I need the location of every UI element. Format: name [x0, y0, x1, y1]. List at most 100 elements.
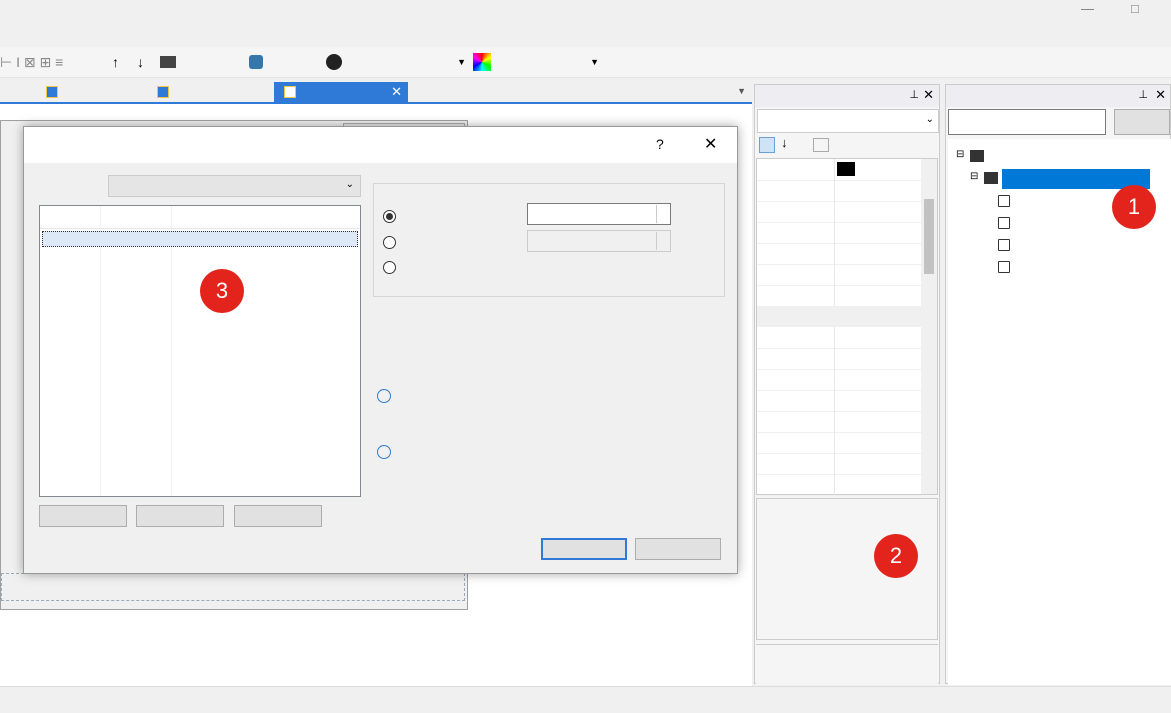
spin-buttons[interactable]	[656, 205, 669, 223]
property-pages-icon[interactable]	[813, 138, 829, 152]
chevron-down-icon[interactable]: ▼	[737, 86, 746, 96]
delete-button[interactable]	[136, 505, 224, 527]
spin-buttons	[656, 232, 669, 250]
folder-icon	[970, 150, 984, 162]
tab-calculator[interactable]	[36, 82, 74, 102]
property-row[interactable]	[757, 201, 921, 223]
arrow-down-icon[interactable]: ↓	[137, 53, 144, 71]
property-grid[interactable]	[756, 158, 938, 496]
close-icon[interactable]: ✕	[391, 82, 402, 102]
property-row[interactable]	[757, 180, 921, 202]
pin-icon[interactable]: ⊥	[1138, 88, 1148, 101]
property-name	[757, 474, 835, 495]
window-controls: — □	[1031, 0, 1171, 20]
tree-node[interactable]	[998, 191, 1098, 211]
control-navigator-panel: ⊥ ✕ ⊟ ⊟	[945, 84, 1171, 685]
property-name	[757, 285, 835, 306]
cancel-button[interactable]	[635, 538, 721, 560]
alphabetical-icon[interactable]: ↓	[781, 135, 788, 150]
info-icon	[377, 445, 391, 459]
list-item[interactable]	[42, 231, 358, 247]
property-name	[757, 180, 835, 201]
property-row[interactable]	[757, 432, 921, 454]
categorized-icon[interactable]	[759, 137, 775, 153]
help-icon[interactable]: ?	[656, 136, 664, 152]
chevron-down-icon: ⌄	[925, 114, 934, 125]
property-row[interactable]	[757, 327, 921, 349]
property-row[interactable]	[757, 390, 921, 412]
list-header	[40, 206, 360, 229]
tree-node[interactable]	[998, 235, 1138, 255]
property-row[interactable]	[757, 453, 921, 475]
maximize-icon[interactable]: □	[1131, 1, 1139, 16]
toolbar-py-preview-button[interactable]	[249, 53, 317, 71]
property-row[interactable]	[757, 474, 921, 496]
property-name	[757, 453, 835, 474]
toolbar-align-icons[interactable]: ⊢ I ⊠ ⊞ ≡	[0, 53, 63, 71]
list-item[interactable]	[42, 249, 358, 265]
all-button[interactable]	[1114, 109, 1170, 135]
property-name	[757, 432, 835, 453]
close-icon[interactable]: ✕	[923, 87, 934, 103]
control-icon	[998, 195, 1010, 207]
navigator-titlebar: ⊥ ✕	[946, 85, 1170, 107]
percent-radio[interactable]	[383, 236, 396, 249]
property-name	[757, 222, 835, 243]
properties-toolbar: ↓	[757, 135, 937, 155]
object-selector[interactable]: ⌄	[757, 109, 939, 133]
form-icon	[157, 86, 169, 98]
percent-value-input	[527, 230, 671, 252]
absolute-radio[interactable]	[383, 210, 396, 223]
property-row[interactable]	[757, 348, 921, 370]
close-icon[interactable]: ✕	[1155, 87, 1166, 103]
chevron-down-icon: ⌄	[345, 179, 354, 190]
autosize-radio[interactable]	[383, 261, 396, 274]
python-icon	[249, 55, 263, 69]
property-category[interactable]	[757, 306, 921, 327]
pin-icon[interactable]: ⊥	[909, 88, 919, 101]
control-icon	[998, 217, 1010, 229]
theme-icon	[326, 54, 342, 70]
control-icon	[998, 261, 1010, 273]
add-button[interactable]	[39, 505, 127, 527]
property-name	[757, 264, 835, 285]
browse-input[interactable]	[948, 109, 1106, 135]
tree-node[interactable]	[998, 257, 1098, 277]
property-grid-scrollbar[interactable]	[921, 159, 937, 494]
ttkb-theme-button[interactable]: ▼	[473, 53, 599, 71]
theme-dropdown[interactable]: ▼	[326, 53, 466, 71]
dialog-titlebar: ? ✕	[24, 127, 737, 163]
property-name	[757, 243, 835, 264]
minimize-icon[interactable]: —	[1081, 1, 1094, 16]
property-row[interactable]	[757, 369, 921, 391]
collapse-icon[interactable]: ⊟	[956, 149, 964, 160]
ok-button[interactable]	[541, 538, 627, 560]
chevron-down-icon: ▼	[590, 57, 599, 67]
property-row[interactable]	[757, 222, 921, 244]
property-name	[757, 348, 835, 369]
property-row[interactable]	[757, 411, 921, 433]
property-row[interactable]	[757, 264, 921, 286]
control-icon	[998, 239, 1010, 251]
status-bar	[0, 686, 1171, 713]
chevron-down-icon: ▼	[457, 57, 466, 67]
property-row[interactable]	[757, 243, 921, 265]
arrow-up-icon[interactable]: ↑	[112, 53, 119, 71]
close-icon[interactable]: ✕	[704, 134, 717, 154]
property-row[interactable]	[757, 285, 921, 307]
property-row[interactable]	[757, 159, 921, 181]
tab-flex-layout[interactable]: ✕	[274, 82, 408, 102]
scrollbar-thumb[interactable]	[924, 199, 934, 274]
absolute-value-input[interactable]	[527, 203, 671, 225]
column-style-list[interactable]	[39, 205, 361, 497]
info-icon	[377, 389, 391, 403]
insert-button[interactable]	[234, 505, 322, 527]
toolbar: ⊢ I ⊠ ⊞ ≡ ↑ ↓ ▼ ▼	[0, 47, 1171, 78]
tab-entry-form[interactable]	[147, 82, 185, 102]
toolbar-net-preview-button[interactable]	[160, 53, 240, 71]
tree-node-root[interactable]: ⊟	[956, 147, 1116, 167]
show-select[interactable]: ⌄	[108, 175, 361, 197]
tree-node[interactable]	[998, 213, 1098, 233]
collapse-icon[interactable]: ⊟	[970, 171, 978, 182]
property-name	[757, 369, 835, 390]
